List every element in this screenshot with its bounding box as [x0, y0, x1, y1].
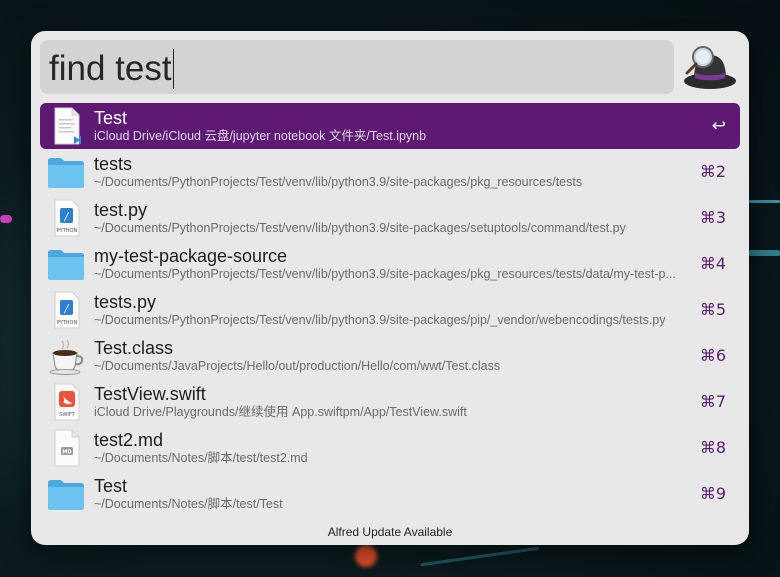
- wallpaper-streak: [0, 215, 12, 223]
- wallpaper-streak: [420, 546, 540, 567]
- swift-label: SWIFT: [59, 412, 75, 418]
- swift-file-icon: SWIFT: [54, 383, 80, 421]
- result-path: ~/Documents/PythonProjects/Test/venv/lib…: [94, 313, 666, 327]
- result-path: iCloud Drive/iCloud 云盘/jupyter notebook …: [94, 129, 427, 143]
- result-title: Test: [94, 476, 128, 496]
- result-row[interactable]: SWIFT TestView.swift iCloud Drive/Playgr…: [40, 379, 740, 425]
- result-title: test.py: [94, 200, 148, 220]
- result-path: iCloud Drive/Playgrounds/继续使用 App.swiftp…: [94, 405, 467, 419]
- python-file-icon: / PYTHON: [54, 291, 80, 329]
- cmd-9-shortcut: ⌘9: [699, 484, 726, 503]
- cmd-6-shortcut: ⌘6: [699, 346, 726, 365]
- cmd-4-shortcut: ⌘4: [699, 254, 726, 273]
- wallpaper-streak: [749, 250, 780, 256]
- markdown-file-icon: MD: [54, 429, 80, 467]
- python-label: PYTHON: [57, 228, 78, 234]
- wallpaper-streak: [749, 200, 780, 203]
- python-file-icon: / PYTHON: [54, 199, 80, 237]
- cmd-5-shortcut: ⌘5: [699, 300, 726, 319]
- result-title: Test.class: [94, 338, 174, 358]
- result-row[interactable]: MD test2.md ~/Documents/Notes/脚本/test/te…: [40, 425, 740, 471]
- result-row[interactable]: / PYTHON test.py ~/Documents/PythonProje…: [40, 195, 740, 241]
- java-coffee-icon: [49, 339, 84, 375]
- result-row[interactable]: / PYTHON tests.py ~/Documents/PythonProj…: [40, 287, 740, 333]
- result-path: ~/Documents/Notes/脚本/test/Test: [94, 497, 283, 511]
- result-title: Test: [94, 108, 128, 128]
- cmd-2-shortcut: ⌘2: [699, 162, 726, 181]
- result-row[interactable]: Test ~/Documents/Notes/脚本/test/Test ⌘9: [40, 471, 740, 517]
- folder-icon: [48, 480, 84, 510]
- python-label: PYTHON: [57, 320, 78, 326]
- result-title: test2.md: [94, 430, 164, 450]
- update-available-notice[interactable]: Alfred Update Available: [31, 524, 749, 540]
- cmd-7-shortcut: ⌘7: [699, 392, 726, 411]
- result-path: ~/Documents/PythonProjects/Test/venv/lib…: [94, 175, 583, 189]
- result-row[interactable]: Test.class ~/Documents/JavaProjects/Hell…: [40, 333, 740, 379]
- text-caret: [172, 49, 175, 89]
- result-title: TestView.swift: [94, 384, 206, 404]
- folder-icon: [48, 158, 84, 188]
- results-list: Test iCloud Drive/iCloud 云盘/jupyter note…: [40, 103, 740, 517]
- return-key-shortcut: ↩: [711, 116, 726, 136]
- result-title: my-test-package-source: [94, 246, 288, 266]
- wallpaper-glow: [355, 545, 377, 567]
- notebook-doc-icon: [54, 107, 81, 145]
- cmd-8-shortcut: ⌘8: [699, 438, 726, 457]
- search-query-text: find test: [49, 49, 172, 88]
- markdown-label: MD: [62, 450, 71, 456]
- result-path: ~/Documents/JavaProjects/Hello/out/produ…: [94, 359, 501, 373]
- search-field[interactable]: find test: [40, 40, 674, 94]
- result-title: tests: [94, 154, 133, 174]
- result-path: ~/Documents/PythonProjects/Test/venv/lib…: [94, 221, 626, 235]
- alfred-hat-logo-icon[interactable]: [681, 39, 739, 93]
- cmd-3-shortcut: ⌘3: [699, 208, 726, 227]
- result-title: tests.py: [94, 292, 157, 312]
- result-row-selected[interactable]: Test iCloud Drive/iCloud 云盘/jupyter note…: [40, 103, 740, 149]
- result-path: ~/Documents/Notes/脚本/test/test2.md: [94, 451, 308, 465]
- result-row[interactable]: my-test-package-source ~/Documents/Pytho…: [40, 241, 740, 287]
- alfred-window: find test Test iCloud Drive/iCloud 云盘/ju…: [31, 31, 749, 545]
- result-path: ~/Documents/PythonProjects/Test/venv/lib…: [94, 267, 676, 281]
- result-row[interactable]: tests ~/Documents/PythonProjects/Test/ve…: [40, 149, 740, 195]
- folder-icon: [48, 250, 84, 280]
- search-input[interactable]: find test: [49, 49, 175, 89]
